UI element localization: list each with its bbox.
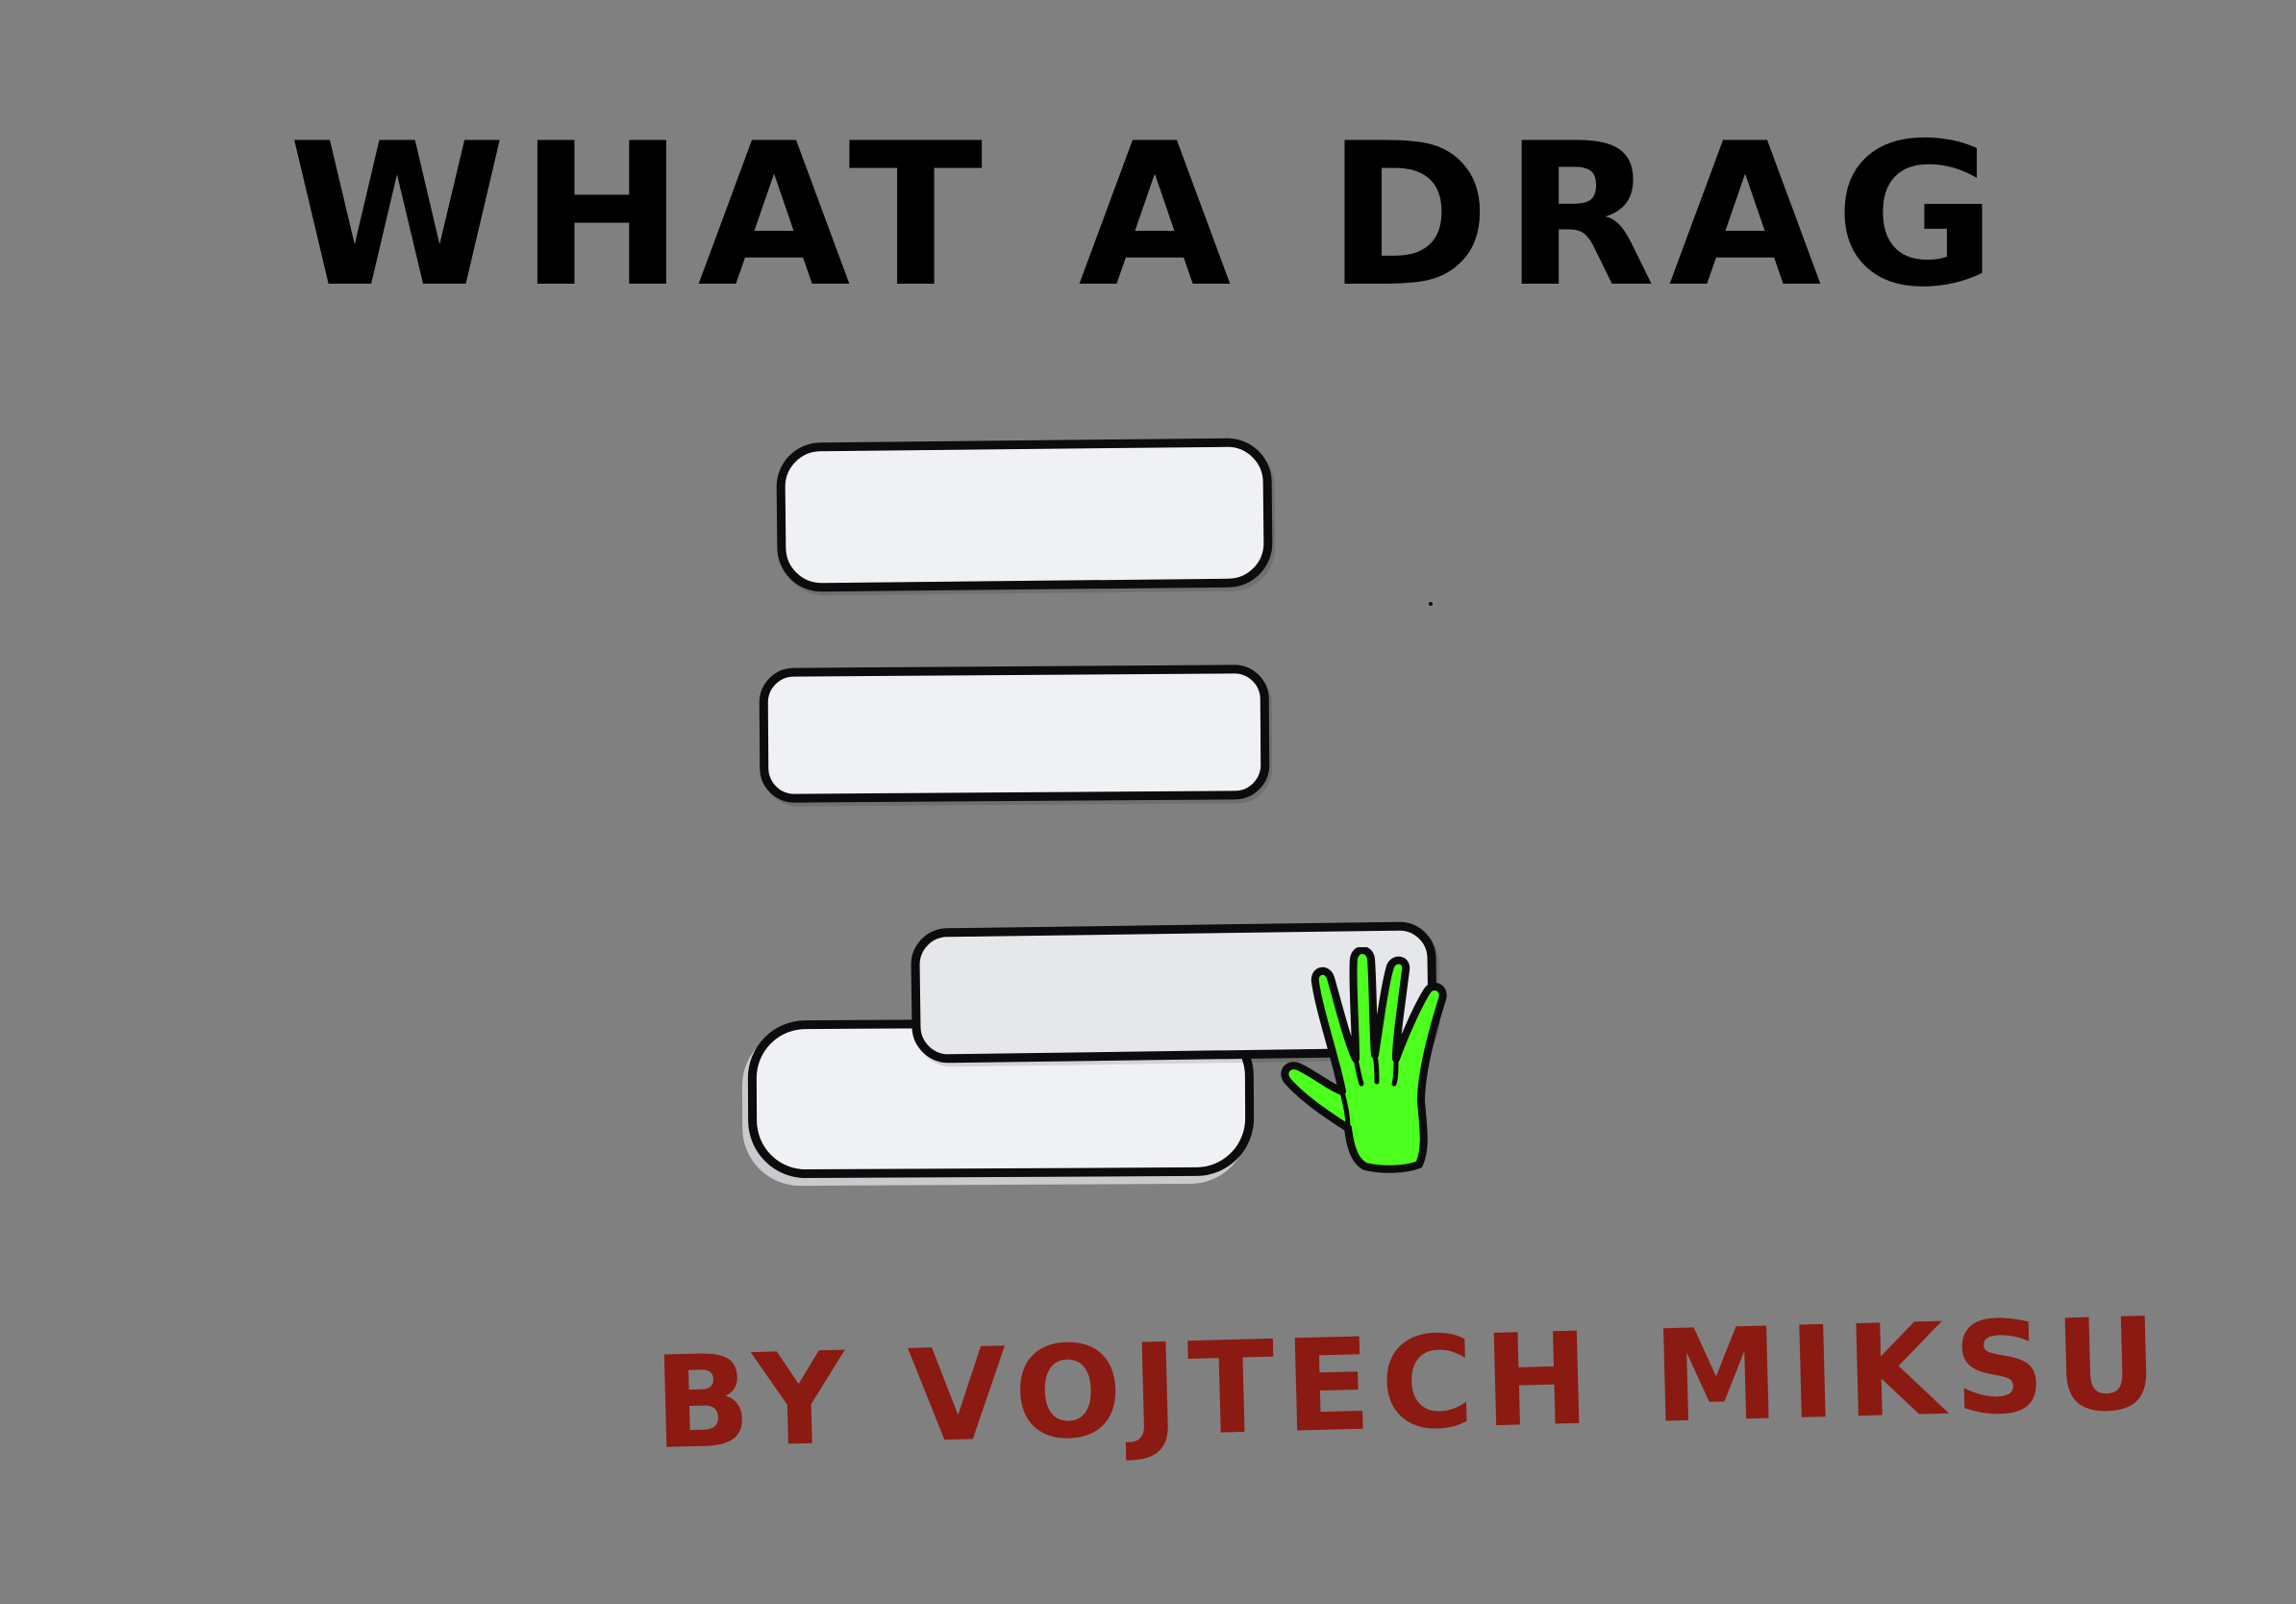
draggable-bar-2[interactable] [759, 664, 1270, 803]
author-credit: BY VOJTECH MIKSU [651, 1290, 2170, 1478]
title-screen: WHAT A DRAG BY VOJTECH MIKSU [0, 0, 2296, 1604]
draggable-bar-1[interactable] [776, 438, 1273, 592]
stray-dot [1429, 602, 1433, 606]
game-title: WHAT A DRAG [288, 102, 2010, 331]
grab-hand-icon [1281, 947, 1447, 1173]
